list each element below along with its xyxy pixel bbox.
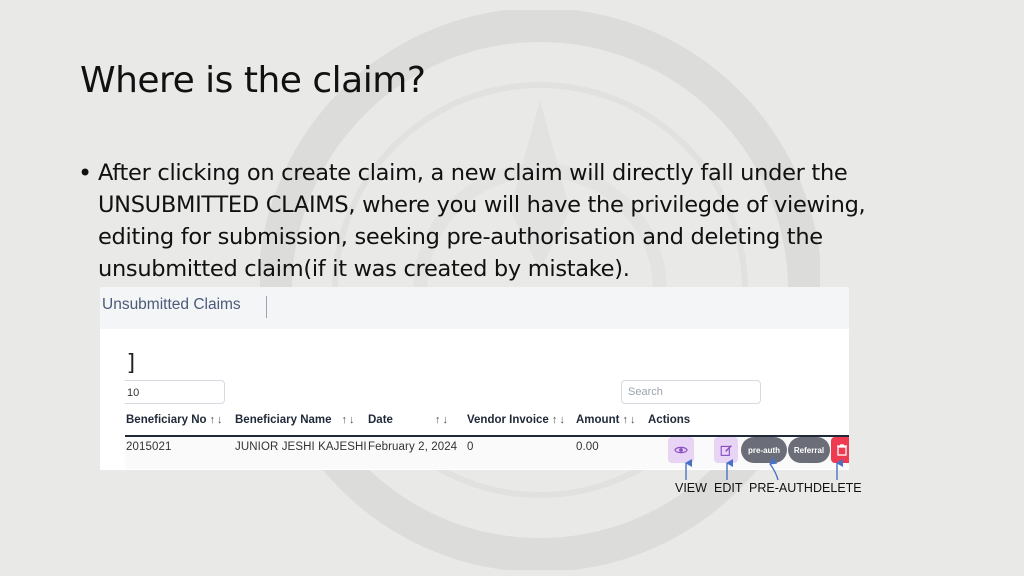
- delete-caption: DELETE: [813, 481, 862, 495]
- edit-caption: EDIT: [714, 481, 743, 495]
- view-caption: VIEW: [675, 481, 707, 495]
- pre-auth-arrow: [769, 457, 779, 481]
- pre-auth-caption: PRE-AUTH: [749, 481, 813, 495]
- annotation-arrows: [685, 457, 843, 481]
